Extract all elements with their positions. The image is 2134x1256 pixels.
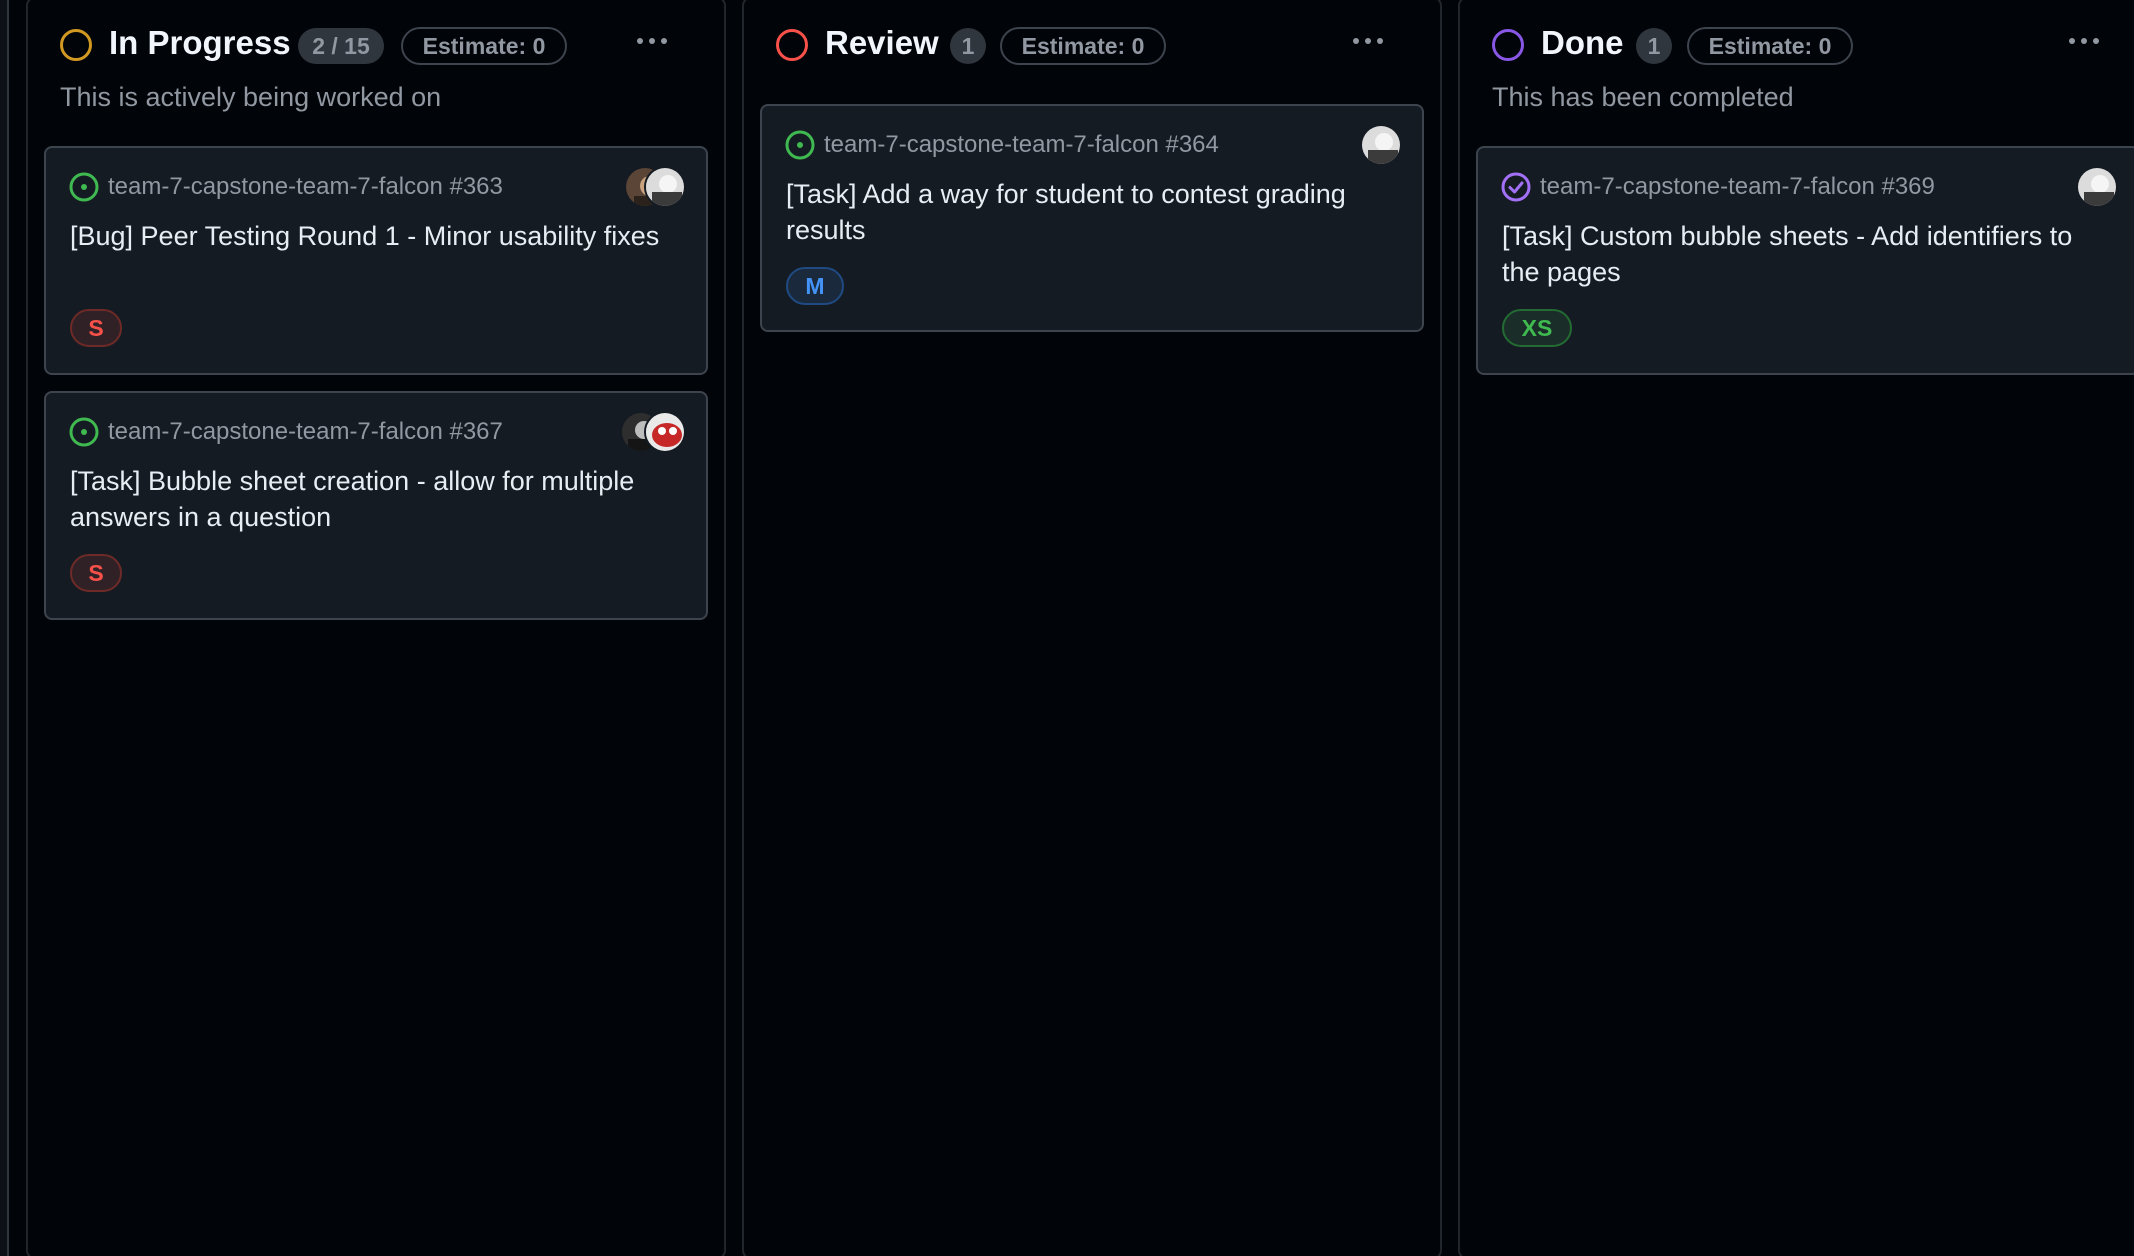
card-meta: team-7-capstone-team-7-falcon #367 — [68, 415, 626, 449]
avatar[interactable] — [1360, 124, 1402, 166]
avatar[interactable] — [644, 166, 686, 208]
card-repo-reference[interactable]: team-7-capstone-team-7-falcon #367 — [108, 418, 503, 446]
estimate-badge: Estimate: 0 — [1000, 27, 1166, 65]
issue-opened-icon — [68, 416, 100, 448]
avatar[interactable] — [2076, 166, 2118, 208]
kebab-dot-icon — [2093, 38, 2099, 44]
card-meta: team-7-capstone-team-7-falcon #364 — [784, 128, 1342, 162]
column-more-options-button[interactable] — [628, 22, 676, 60]
column-title: Review — [825, 24, 939, 61]
column-more-options-button[interactable] — [2060, 22, 2108, 60]
column-title: Done — [1541, 24, 1624, 61]
avatar[interactable] — [644, 411, 686, 453]
card-title[interactable]: [Task] Bubble sheet creation - allow for… — [70, 463, 684, 535]
size-label[interactable]: M — [786, 267, 844, 305]
size-label[interactable]: S — [70, 554, 122, 592]
column-header: Done 1 Estimate: 0 This has been complet… — [1460, 0, 2134, 138]
column-in-progress: In Progress 2 / 15 Estimate: 0 This is a… — [26, 0, 726, 1256]
kebab-dot-icon — [637, 38, 643, 44]
size-label[interactable]: S — [70, 309, 122, 347]
kebab-dot-icon — [661, 38, 667, 44]
kebab-dot-icon — [649, 38, 655, 44]
column-description: This is actively being worked on — [60, 82, 442, 112]
card-repo-reference[interactable]: team-7-capstone-team-7-falcon #364 — [824, 131, 1219, 159]
kebab-dot-icon — [1353, 38, 1359, 44]
item-count-badge: 1 — [950, 28, 986, 64]
size-label[interactable]: XS — [1502, 309, 1572, 347]
status-in-progress-icon — [60, 29, 92, 61]
estimate-badge: Estimate: 0 — [401, 27, 567, 65]
item-count-badge: 1 — [1636, 28, 1672, 64]
estimate-badge: Estimate: 0 — [1687, 27, 1853, 65]
kebab-dot-icon — [1365, 38, 1371, 44]
card-repo-reference[interactable]: team-7-capstone-team-7-falcon #369 — [1540, 173, 1935, 201]
assignee-avatars[interactable] — [1360, 124, 1404, 168]
status-done-icon — [1492, 29, 1524, 61]
card-title[interactable]: [Task] Custom bubble sheets - Add identi… — [1502, 218, 2116, 290]
status-review-icon — [776, 29, 808, 61]
card-title[interactable]: [Bug] Peer Testing Round 1 - Minor usabi… — [70, 218, 684, 254]
card-meta: team-7-capstone-team-7-falcon #363 — [68, 170, 626, 204]
card-meta: team-7-capstone-team-7-falcon #369 — [1500, 170, 2058, 204]
column-title: In Progress — [109, 24, 291, 61]
assignee-avatars[interactable] — [624, 166, 688, 210]
kebab-dot-icon — [1377, 38, 1383, 44]
kebab-dot-icon — [2069, 38, 2075, 44]
column-done: Done 1 Estimate: 0 This has been complet… — [1458, 0, 2134, 1256]
issue-card[interactable]: team-7-capstone-team-7-falcon #363 [Bug]… — [44, 146, 708, 375]
issue-closed-icon — [1500, 171, 1532, 203]
project-board: In Progress 2 / 15 Estimate: 0 This is a… — [0, 0, 2134, 1256]
issue-card[interactable]: team-7-capstone-team-7-falcon #364 [Task… — [760, 104, 1424, 332]
column-header: In Progress 2 / 15 Estimate: 0 This is a… — [28, 0, 724, 138]
kebab-dot-icon — [2081, 38, 2087, 44]
card-title[interactable]: [Task] Add a way for student to contest … — [786, 176, 1400, 248]
assignee-avatars[interactable] — [620, 411, 688, 455]
column-description: This has been completed — [1492, 82, 1794, 112]
issue-opened-icon — [68, 171, 100, 203]
item-count-badge: 2 / 15 — [298, 28, 384, 64]
assignee-avatars[interactable] — [2076, 166, 2120, 210]
previous-column-edge — [0, 0, 9, 1256]
issue-card[interactable]: team-7-capstone-team-7-falcon #367 [Task… — [44, 391, 708, 620]
column-more-options-button[interactable] — [1344, 22, 1392, 60]
column-review: Review 1 Estimate: 0 team-7-capstone-tea… — [742, 0, 1442, 1256]
card-repo-reference[interactable]: team-7-capstone-team-7-falcon #363 — [108, 173, 503, 201]
issue-card[interactable]: team-7-capstone-team-7-falcon #369 [Task… — [1476, 146, 2134, 375]
issue-opened-icon — [784, 129, 816, 161]
